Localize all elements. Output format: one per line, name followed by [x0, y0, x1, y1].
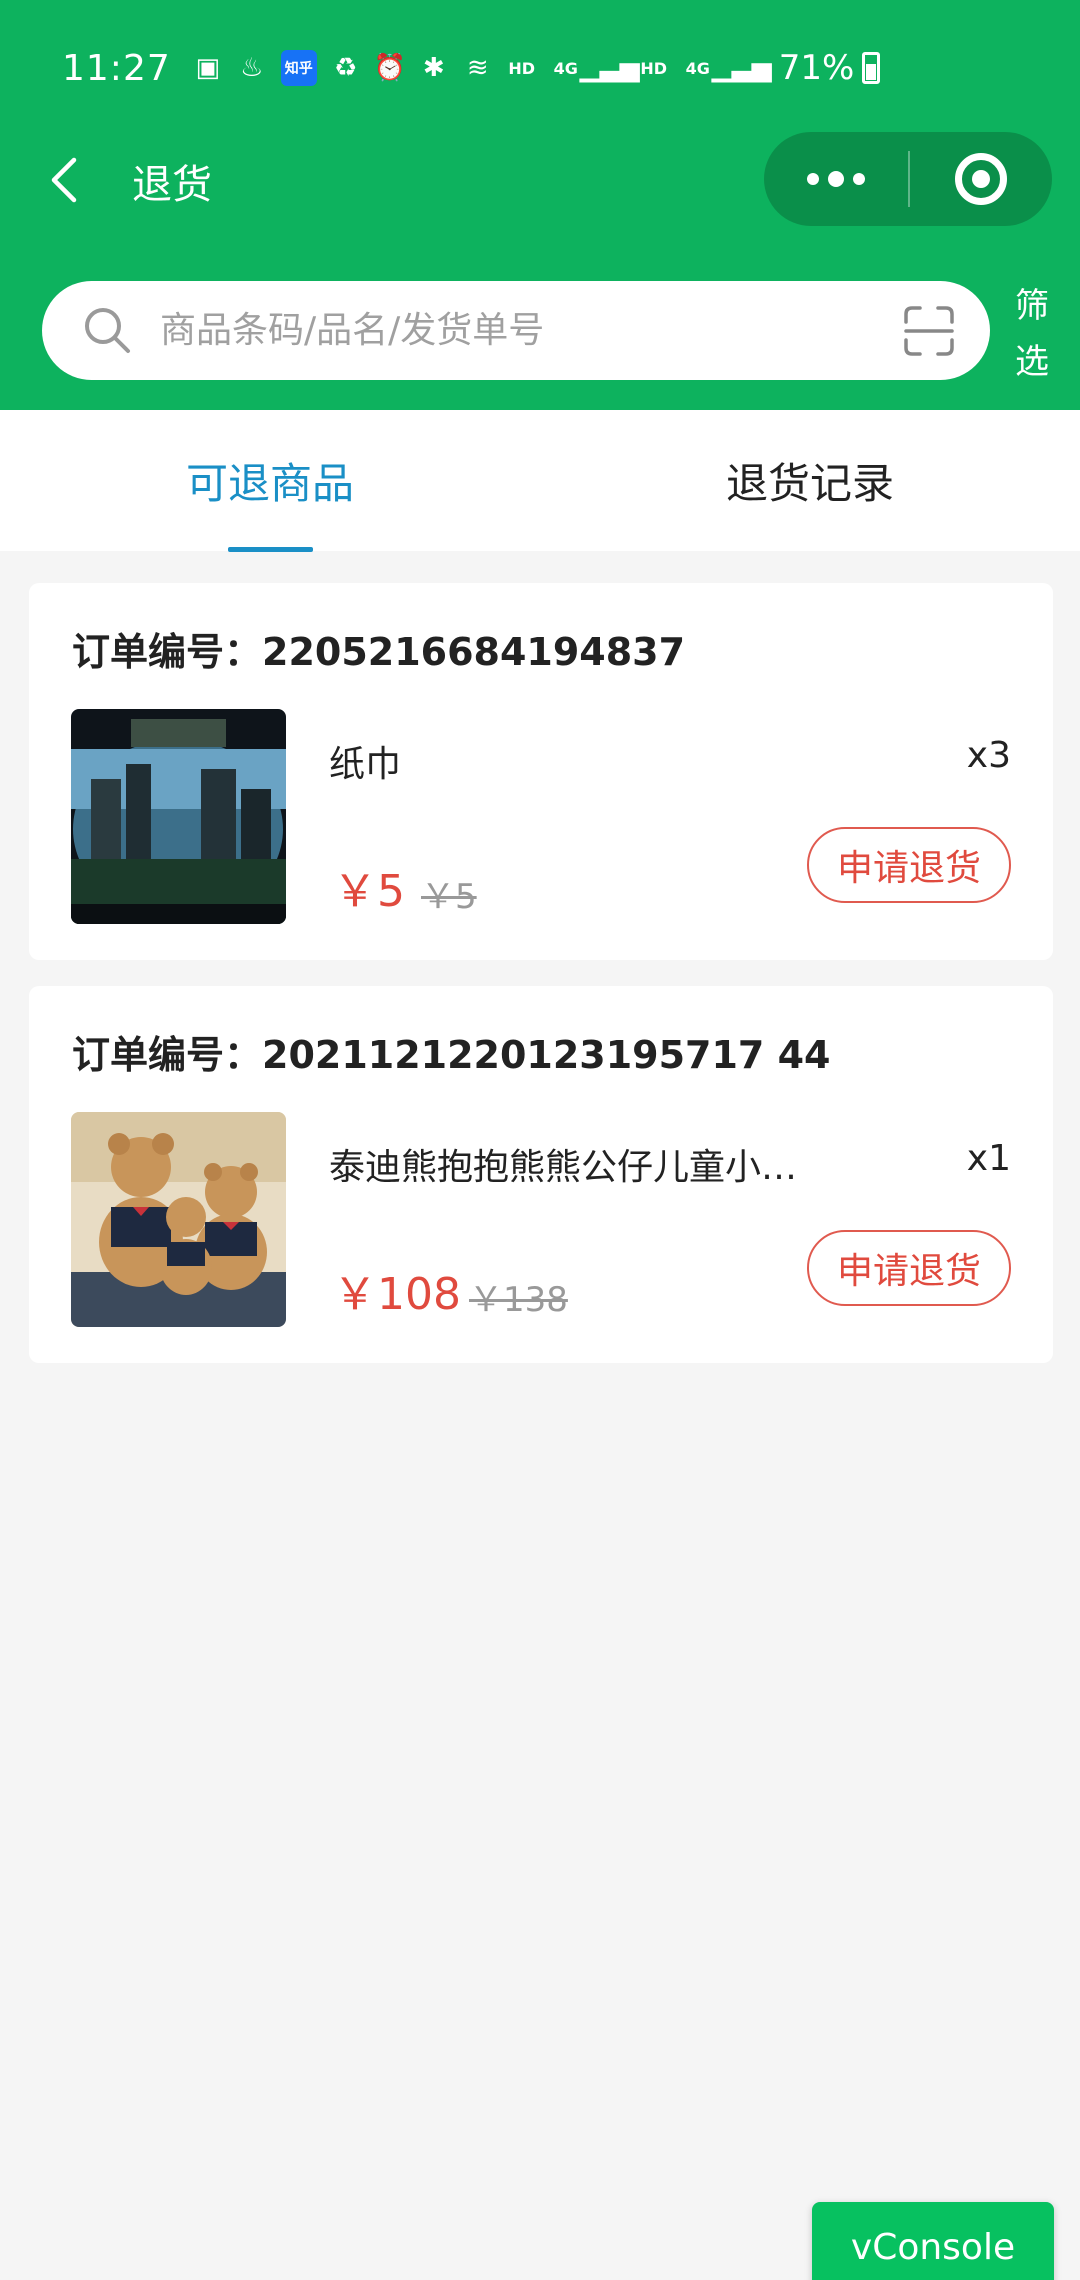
app-header: 11:27 ▣ ♨ 知乎 ♻ ⏰ ✱ ≋ HD 4G ▁▃▅ HD 4G ▁▃▅…	[0, 0, 1080, 410]
product-name: 纸巾	[329, 744, 402, 785]
tab-bar: 可退商品 退货记录	[0, 410, 1080, 552]
target-icon	[955, 153, 1007, 205]
hd-badge-1: HD	[508, 58, 536, 78]
product-quantity: x1	[966, 1138, 1011, 1179]
tab-return-records[interactable]: 退货记录	[540, 410, 1080, 551]
apply-return-button[interactable]: 申请退货	[807, 827, 1011, 903]
hd-badge-2: HD	[640, 58, 668, 78]
search-bar[interactable]	[42, 281, 990, 380]
alarm-icon: ⏰	[373, 53, 406, 83]
more-button[interactable]	[764, 132, 908, 226]
status-bar: 11:27 ▣ ♨ 知乎 ♻ ⏰ ✱ ≋ HD 4G ▁▃▅ HD 4G ▁▃▅…	[0, 40, 1080, 96]
more-dot-icon	[828, 171, 844, 187]
zhihu-icon: 知乎	[280, 50, 317, 86]
gallery-icon: ▣	[195, 53, 221, 83]
product-image[interactable]	[71, 709, 286, 924]
chevron-left-icon	[51, 157, 77, 203]
filter-button[interactable]: 筛选	[1008, 278, 1056, 390]
active-tab-indicator	[228, 547, 313, 552]
product-image[interactable]	[71, 1112, 286, 1327]
more-dot-icon	[807, 173, 819, 185]
scan-icon[interactable]	[902, 304, 956, 358]
more-dot-icon	[853, 173, 865, 185]
search-input[interactable]	[160, 281, 920, 380]
signal-icon-1: ▁▃▅	[579, 53, 640, 83]
original-price: ￥5	[421, 877, 477, 917]
order-number: 订单编号：2021121220123195717 44	[72, 1033, 831, 1077]
signal-icon-2: ▁▃▅	[711, 53, 772, 83]
page-title: 退货	[132, 162, 212, 208]
original-price: ￥138	[469, 1280, 568, 1320]
navigation-bar: 退货	[0, 132, 1080, 228]
bluetooth-icon: ✱	[422, 53, 445, 83]
battery-percent: 71%	[778, 48, 855, 88]
battery-indicator: 71%	[779, 48, 881, 88]
battery-icon	[862, 52, 881, 84]
wifi-icon: ≋	[466, 53, 489, 83]
product-price: ￥108	[333, 1269, 461, 1320]
network-4g-2: 4G	[685, 58, 710, 78]
tab-returnable-items[interactable]: 可退商品	[0, 410, 540, 551]
app-notification-icon: ♨	[240, 53, 264, 83]
product-name: 泰迪熊抱抱熊熊公仔儿童小…	[329, 1147, 798, 1188]
product-quantity: x3	[966, 735, 1011, 776]
order-number: 订单编号：2205216684194837	[72, 630, 686, 674]
order-card: 订单编号：2021121220123195717 44 泰迪熊抱抱熊熊公仔儿童小…	[29, 986, 1053, 1363]
close-miniprogram-button[interactable]	[910, 132, 1052, 226]
recycle-icon: ♻	[334, 53, 358, 83]
vconsole-button[interactable]: vConsole	[812, 2202, 1054, 2280]
apply-return-button[interactable]: 申请退货	[807, 1230, 1011, 1306]
status-time: 11:27	[62, 47, 171, 89]
network-4g-1: 4G	[553, 58, 578, 78]
product-price: ￥5	[333, 866, 405, 917]
search-icon	[85, 308, 130, 353]
back-button[interactable]	[40, 154, 92, 206]
status-icons: ▣ ♨ 知乎 ♻ ⏰ ✱ ≋ HD 4G ▁▃▅ HD 4G ▁▃▅ 71%	[193, 48, 881, 88]
order-card: 订单编号：2205216684194837 纸巾 x3 ￥5 ￥5 申请退货	[29, 583, 1053, 960]
miniprogram-capsule	[764, 132, 1052, 226]
